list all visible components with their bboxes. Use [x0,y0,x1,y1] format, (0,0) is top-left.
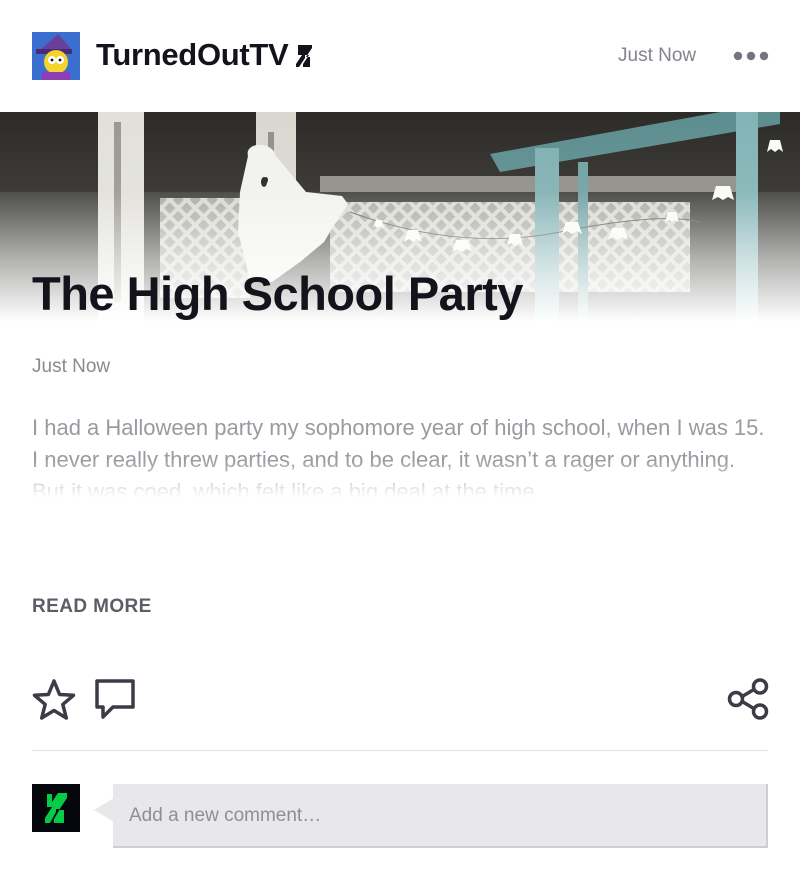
share-icon[interactable] [726,678,770,720]
comment-icon[interactable] [94,678,136,720]
comment-input[interactable]: Add a new comment… [113,784,768,848]
comment-pointer [94,798,114,822]
header-timestamp: Just Now [618,45,697,66]
user-avatar[interactable] [32,32,80,80]
post-excerpt-container: I had a Halloween party my sophomore yea… [32,412,772,500]
post-timestamp: Just Now [32,356,111,377]
deviantart-badge-icon [296,45,313,67]
star-icon[interactable] [32,678,76,720]
post-header: TurnedOutTV Just Now [0,0,800,112]
more-dots-icon[interactable] [732,46,770,66]
current-user-avatar[interactable] [32,784,80,832]
read-more-link[interactable]: READ MORE [32,596,152,618]
post-title[interactable]: The High School Party [32,266,523,321]
divider [32,750,768,751]
username[interactable]: TurnedOutTV [96,37,313,73]
excerpt-fade [32,460,772,500]
deviantart-logo-icon [32,784,80,832]
